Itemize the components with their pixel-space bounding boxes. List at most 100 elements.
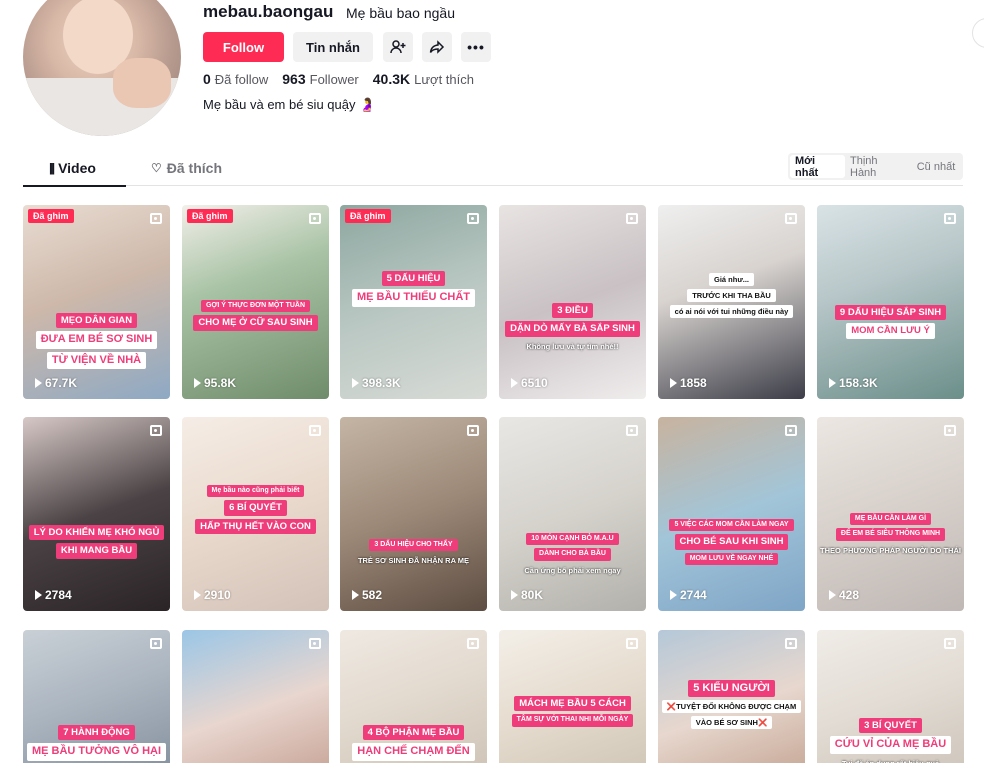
- photo-mode-icon: [626, 213, 638, 224]
- likes-count: 40.3K: [372, 71, 411, 87]
- video-card[interactable]: 10 MÓN CẠNH BỎ M.A.U DÀNH CHO BÀ BẦU Cần ứ…: [499, 417, 646, 611]
- caption-line: TỪ VIỆN VỀ NHÀ: [46, 351, 147, 369]
- share-button[interactable]: [422, 32, 452, 62]
- caption-line: ĐỂ EM BÉ SIÊU THÔNG MINH: [835, 528, 946, 541]
- view-count: 6510: [511, 376, 548, 390]
- video-caption: 5 KIỂU NGƯỜI ❌TUYỆT ĐỐI KHÔNG ĐƯỢC CHẠM VÀ…: [658, 680, 805, 730]
- video-card[interactable]: LÝ DO KHIẾN MẸ KHÓ NGỦ KHI MANG BẦU 2784: [23, 417, 170, 611]
- video-card[interactable]: MẸ BẦU CẦN LÀM GÌ ĐỂ EM BÉ SIÊU THÔNG MIN…: [817, 417, 964, 611]
- view-count: 2910: [194, 588, 231, 602]
- photo-mode-icon: [467, 425, 479, 436]
- video-caption: 7 HÀNH ĐỘNGMẸ BẦU TƯỞNG VÔ HẠIAI NGỜ HẠI…: [23, 725, 170, 763]
- caption-line: HẤP THỤ HẾT VÀO CON: [195, 518, 316, 535]
- caption-line: TRẺ SƠ SINH ĐÃ NHẬN RA MẸ: [357, 556, 470, 566]
- view-count: 80K: [511, 588, 543, 602]
- view-count-value: 582: [362, 588, 383, 602]
- play-icon: [35, 378, 42, 388]
- photo-mode-icon: [150, 213, 162, 224]
- caption-line: DÀNH CHO BÀ BẦU: [534, 548, 611, 561]
- sort-popular[interactable]: Thịnh Hành: [845, 155, 911, 179]
- play-icon: [352, 590, 359, 600]
- caption-line: GỢI Ý THỰC ĐƠN MỘT TUẦN: [200, 300, 311, 313]
- video-caption: 5 DẤU HIỆU MẸ BẦU THIẾU CHẤT: [340, 271, 487, 307]
- video-caption: 3 BÍ QUYẾT CỨU VỈ CỦA MẸ BẦU Tui đã áp dụn…: [817, 718, 964, 763]
- likes-label: Lượt thích: [414, 72, 474, 87]
- caption-line: 6 BÍ QUYẾT: [224, 500, 287, 516]
- view-count-value: 2744: [680, 588, 707, 602]
- caption-line: 5 VIỆC CÁC MOM CẦN LÀM NGAY: [669, 519, 794, 532]
- video-card[interactable]: 4 BỘ PHẬN MẸ BẦUHẠN CHẾ CHẠM ĐẾNKHI MANG…: [340, 630, 487, 763]
- caption-line: DẶN DÒ MẤY BÀ SẮP SINH: [505, 321, 640, 337]
- caption-line: MẸ BẦU TƯỞNG VÔ HẠI: [26, 743, 167, 761]
- video-card[interactable]: Giá như... TRƯỚC KHI THA BẦU có ai nói với…: [658, 205, 805, 399]
- caption-line: Tui đã áp dụng rất hiệu quả: [837, 757, 944, 763]
- tab-liked[interactable]: ♡ Đã thích: [151, 160, 222, 176]
- more-icon: •••: [467, 39, 485, 55]
- sort-newest[interactable]: Mới nhất: [790, 155, 845, 179]
- video-card[interactable]: Đã ghim MẸO DÂN GIAN ĐƯA EM BÉ SƠ SINH TỪ V…: [23, 205, 170, 399]
- play-icon: [511, 378, 518, 388]
- caption-line: MOM LƯU VỀ NGAY NHÉ: [684, 552, 779, 566]
- caption-line: Giá như...: [708, 273, 755, 286]
- video-card[interactable]: 3 BÍ QUYẾT CỨU VỈ CỦA MẸ BẦU Tui đã áp dụn…: [817, 630, 964, 763]
- video-card[interactable]: [182, 630, 329, 763]
- profile-username: mebau.baongau: [203, 2, 334, 21]
- tab-video-label: Video: [58, 160, 96, 176]
- video-card[interactable]: 9 DẤU HIỆU SẮP SINH MOM CẦN LƯU Ý 158.3K: [817, 205, 964, 399]
- add-user-button[interactable]: [383, 32, 413, 62]
- side-action-button[interactable]: [972, 18, 984, 48]
- message-button[interactable]: Tin nhắn: [293, 32, 373, 62]
- pinned-badge: Đã ghim: [28, 209, 74, 223]
- video-card[interactable]: Đã ghim GỢI Ý THỰC ĐƠN MỘT TUẦN CHO MẸ Ở C…: [182, 205, 329, 399]
- photo-mode-icon: [467, 213, 479, 224]
- play-icon: [194, 590, 201, 600]
- following-label: Đã follow: [214, 72, 269, 87]
- video-card[interactable]: MÁCH MẸ BẦU 5 CÁCH TÂM SỰ VỚI THAI NHI MỖ…: [499, 630, 646, 763]
- caption-line: KHI MANG BẦU: [55, 543, 138, 559]
- view-count: 158.3K: [829, 376, 878, 390]
- video-card[interactable]: Mẹ bầu nào cũng phải biết 6 BÍ QUYẾT HẤP T…: [182, 417, 329, 611]
- caption-line: 7 HÀNH ĐỘNG: [58, 725, 135, 741]
- followers-stat[interactable]: 963 Follower: [282, 71, 358, 87]
- caption-line: Mẹ bầu nào cũng phải biết: [206, 485, 305, 498]
- following-stat[interactable]: 0 Đã follow: [203, 71, 268, 87]
- play-icon: [511, 590, 518, 600]
- view-count-value: 6510: [521, 376, 548, 390]
- grid-icon: |||: [49, 161, 55, 175]
- view-count-value: 95.8K: [204, 376, 237, 390]
- view-count: 95.8K: [194, 376, 236, 390]
- followers-label: Follower: [309, 72, 359, 87]
- video-caption: MẸ BẦU CẦN LÀM GÌ ĐỂ EM BÉ SIÊU THÔNG MIN…: [817, 513, 964, 557]
- caption-line: ĐƯA EM BÉ SƠ SINH: [35, 331, 158, 349]
- photo-mode-icon: [785, 638, 797, 649]
- video-caption: 9 DẤU HIỆU SẮP SINH MOM CẦN LƯU Ý: [817, 305, 964, 339]
- tab-liked-label: Đã thích: [166, 160, 222, 176]
- video-caption: Giá như... TRƯỚC KHI THA BẦU có ai nói với…: [658, 273, 805, 318]
- caption-line: MOM CẦN LƯU Ý: [846, 323, 935, 339]
- video-caption: MÁCH MẸ BẦU 5 CÁCH TÂM SỰ VỚI THAI NHI MỖ…: [499, 696, 646, 727]
- heart-lock-icon: ♡: [151, 161, 162, 175]
- follow-button[interactable]: Follow: [203, 32, 284, 62]
- share-icon: [429, 40, 445, 54]
- video-card[interactable]: Đã ghim 5 DẤU HIỆU MẸ BẦU THIẾU CHẤT 398.3K: [340, 205, 487, 399]
- video-caption: 4 BỘ PHẬN MẸ BẦUHẠN CHẾ CHẠM ĐẾNKHI MANG…: [340, 725, 487, 763]
- profile-avatar[interactable]: [23, 0, 181, 136]
- photo-mode-icon: [467, 638, 479, 649]
- caption-line: 3 BÍ QUYẾT: [859, 718, 922, 734]
- video-card[interactable]: 3 ĐIỀU DẶN DÒ MẤY BÀ SẮP SINH Không lưu và…: [499, 205, 646, 399]
- more-button[interactable]: •••: [461, 32, 491, 62]
- video-card[interactable]: 5 KIỂU NGƯỜI ❌TUYỆT ĐỐI KHÔNG ĐƯỢC CHẠM VÀ…: [658, 630, 805, 763]
- view-count: 428: [829, 588, 859, 602]
- video-card[interactable]: 3 DẤU HIỆU CHO THẤY TRẺ SƠ SINH ĐÃ NHẬN R…: [340, 417, 487, 611]
- sort-oldest[interactable]: Cũ nhất: [911, 155, 961, 178]
- caption-line: 3 ĐIỀU: [552, 303, 593, 319]
- photo-mode-icon: [309, 425, 321, 436]
- video-card[interactable]: 7 HÀNH ĐỘNGMẸ BẦU TƯỞNG VÔ HẠIAI NGỜ HẠI…: [23, 630, 170, 763]
- avatar-hand: [113, 58, 171, 108]
- video-caption: LÝ DO KHIẾN MẸ KHÓ NGỦ KHI MANG BẦU: [23, 525, 170, 559]
- photo-mode-icon: [785, 425, 797, 436]
- caption-line: CHO MẸ Ở CỮ SAU SINH: [193, 315, 318, 331]
- tab-video[interactable]: ||| Video: [49, 160, 96, 176]
- caption-line: MẸ BẦU CẦN LÀM GÌ: [849, 513, 932, 526]
- video-card[interactable]: 5 VIỆC CÁC MOM CẦN LÀM NGAY CHO BÉ SAU KH…: [658, 417, 805, 611]
